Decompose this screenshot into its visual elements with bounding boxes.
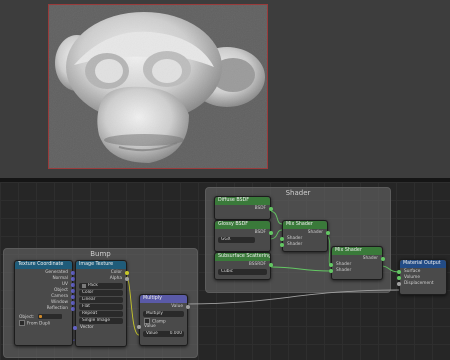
- imagetex-extension-dropdown[interactable]: Repeat: [79, 311, 123, 317]
- output-input-displacement: Displacement: [404, 281, 434, 286]
- diffuse-output-bsdf: BSDF: [254, 206, 266, 211]
- monkey-render: [49, 5, 267, 168]
- mix1-input-a: Shader: [287, 236, 303, 241]
- imagetex-interpolation-dropdown[interactable]: Linear: [79, 297, 123, 303]
- render-preview: [48, 4, 268, 169]
- node-editor[interactable]: Shader Bump Diffuse BSDF BSDF Glossy BSD…: [0, 182, 450, 360]
- node-mix-shader-1[interactable]: Mix Shader Shader Shader Shader: [280, 220, 330, 252]
- image-name: Pack: [88, 283, 98, 288]
- node-mix1-title: Mix Shader: [283, 221, 327, 229]
- node-texcoord-title: Texture Coordinate: [15, 261, 72, 269]
- texcoord-output-normal: Normal: [52, 276, 68, 281]
- node-multiply-title: Multiply: [140, 295, 187, 303]
- socket-mix1-in-a[interactable]: [280, 237, 284, 241]
- imagetex-source-dropdown[interactable]: Single Image: [79, 318, 123, 324]
- texcoord-output-camera: Camera: [51, 294, 68, 299]
- output-input-volume: Volume: [404, 275, 420, 280]
- node-imagetex-title: Image Texture: [76, 261, 126, 269]
- object-picker[interactable]: [37, 314, 62, 319]
- texcoord-output-reflection: Reflection: [46, 306, 68, 311]
- node-output-title: Material Output: [400, 260, 446, 268]
- socket-mix1-in-b[interactable]: [280, 243, 284, 247]
- sss-falloff-dropdown[interactable]: Cubic: [218, 269, 267, 275]
- socket-mix2-out[interactable]: [381, 257, 385, 261]
- image-selector[interactable]: Pack: [79, 283, 123, 289]
- node-glossy-title: Glossy BSDF: [215, 221, 270, 229]
- mix2-input-a: Shader: [336, 262, 352, 267]
- multiply-output-value: Value: [171, 304, 183, 309]
- texcoord-output-generated: Generated: [45, 270, 68, 275]
- socket-imagetex-color[interactable]: [125, 271, 129, 275]
- node-image-texture[interactable]: Image Texture Color Alpha Pack Color Lin…: [73, 260, 129, 347]
- socket-output-volume[interactable]: [397, 276, 401, 280]
- node-subsurface-scattering[interactable]: Subsurface Scattering BSSRDF Cubic: [214, 252, 273, 280]
- node-multiply[interactable]: Multiply Value Multiply Clamp Value Valu…: [137, 294, 190, 346]
- socket-sss-bssrdf[interactable]: [269, 263, 273, 267]
- multiply-input-value: Value: [144, 324, 156, 329]
- socket-mix2-in-b[interactable]: [329, 269, 333, 273]
- mix1-input-b: Shader: [287, 242, 303, 247]
- node-mix-shader-2[interactable]: Mix Shader Shader Shader Shader: [329, 246, 385, 280]
- glossy-output-bsdf: BSDF: [254, 230, 266, 235]
- socket-mix1-out[interactable]: [326, 231, 330, 235]
- output-input-surface: Surface: [404, 269, 421, 274]
- multiply-operation-dropdown[interactable]: Multiply: [143, 311, 184, 317]
- texcoord-output-window: Window: [51, 300, 68, 305]
- multiply-value-label: Value: [146, 331, 158, 336]
- image-browse-icon[interactable]: [82, 284, 86, 288]
- mix2-output-shader: Shader: [362, 256, 378, 261]
- sss-output-bssrdf: BSSRDF: [248, 262, 266, 267]
- node-mix2-title: Mix Shader: [332, 247, 382, 255]
- socket-imagetex-alpha[interactable]: [125, 277, 129, 281]
- node-glossy-bsdf[interactable]: Glossy BSDF BSDF GGX: [214, 220, 273, 252]
- socket-multiply-in-value[interactable]: [137, 325, 141, 329]
- glossy-distribution-dropdown[interactable]: GGX: [218, 237, 255, 243]
- link-sss-mix2: [268, 266, 332, 272]
- multiply-value-number: 0.000: [169, 331, 182, 336]
- mix2-input-b: Shader: [336, 268, 352, 273]
- texcoord-output-object: Object: [54, 288, 68, 293]
- socket-diffuse-bsdf[interactable]: [269, 207, 273, 211]
- from-dupli-label: From Dupli: [27, 321, 51, 327]
- node-diffuse-bsdf[interactable]: Diffuse BSDF BSDF: [214, 196, 273, 220]
- node-sss-title: Subsurface Scattering: [215, 253, 270, 261]
- imagetex-color-space-dropdown[interactable]: Color: [79, 290, 123, 296]
- mix1-output-shader: Shader: [307, 230, 323, 235]
- imagetex-output-alpha: Alpha: [109, 276, 122, 281]
- socket-output-displacement[interactable]: [397, 282, 401, 286]
- imagetex-projection-dropdown[interactable]: Flat: [79, 304, 123, 310]
- socket-imagetex-vector[interactable]: [73, 326, 77, 330]
- from-dupli-checkbox[interactable]: [19, 320, 25, 326]
- texcoord-output-uv: UV: [61, 282, 68, 287]
- node-diffuse-title: Diffuse BSDF: [215, 197, 270, 205]
- node-texture-coordinate[interactable]: Texture Coordinate Generated Normal UV O…: [14, 260, 75, 346]
- link-value-displacement: [185, 289, 400, 305]
- node-material-output[interactable]: Material Output Surface Volume Displacem…: [397, 259, 447, 295]
- socket-glossy-bsdf[interactable]: [269, 231, 273, 235]
- imagetex-output-color: Color: [110, 270, 122, 275]
- object-picker-icon: [38, 315, 42, 318]
- imagetex-input-vector: Vector: [80, 325, 94, 330]
- 3d-viewport[interactable]: [0, 0, 450, 178]
- socket-mix2-in-a[interactable]: [329, 263, 333, 267]
- multiply-value-field[interactable]: Value 0.000: [143, 331, 184, 337]
- socket-output-surface[interactable]: [397, 270, 401, 274]
- socket-multiply-value[interactable]: [186, 305, 190, 309]
